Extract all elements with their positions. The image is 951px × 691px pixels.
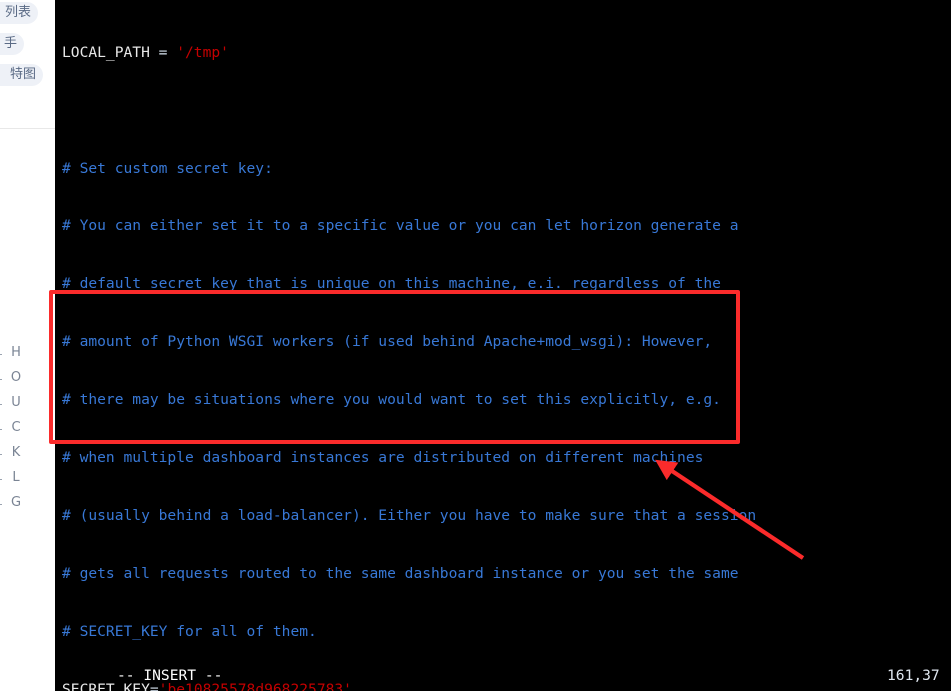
- code-line: # Set custom secret key:: [62, 159, 273, 177]
- code-line: # default secret key that is unique on t…: [62, 275, 721, 293]
- sidebar-dash: [0, 354, 2, 355]
- sidebar-dash: [0, 504, 2, 505]
- sidebar-divider: [0, 128, 55, 129]
- sidebar-dash: [0, 429, 2, 430]
- sidebar-dash: [0, 454, 2, 455]
- sidebar-letter-g[interactable]: G: [6, 496, 26, 510]
- sidebar-pill-partial[interactable]: 手: [0, 33, 24, 55]
- sidebar-pill-list[interactable]: 列表: [0, 2, 38, 24]
- sidebar-letter-l[interactable]: L: [6, 471, 26, 485]
- sidebar-pill-chart[interactable]: 特图: [0, 64, 43, 86]
- vim-buffer[interactable]: LOCAL_PATH = '/tmp' # Set custom secret …: [62, 4, 756, 691]
- sidebar-letter-o[interactable]: O: [6, 371, 26, 385]
- sidebar-letter-k[interactable]: K: [6, 446, 26, 460]
- sidebar-dash: [0, 404, 2, 405]
- screenshot-root: 列表 手 特图 H O U C K L G LOCAL_PATH = '/tmp…: [0, 0, 951, 691]
- vim-mode-indicator: -- INSERT --: [117, 667, 223, 684]
- code-line: # amount of Python WSGI workers (if used…: [62, 333, 713, 351]
- sidebar-letter-c[interactable]: C: [6, 421, 26, 435]
- code-line: # there may be situations where you woul…: [62, 391, 721, 409]
- code-line: # (usually behind a load-balancer). Eith…: [62, 507, 757, 525]
- code-line: # gets all requests routed to the same d…: [62, 565, 739, 583]
- sidebar-letter-h[interactable]: H: [6, 346, 26, 360]
- sidebar-dash: [0, 379, 2, 380]
- vim-cursor-position: 161,37: [887, 667, 940, 684]
- left-sidebar: 列表 手 特图 H O U C K L G: [0, 0, 55, 691]
- sidebar-letter-u[interactable]: U: [6, 396, 26, 410]
- code-line: # You can either set it to a specific va…: [62, 217, 739, 235]
- code-line: # when multiple dashboard instances are …: [62, 449, 704, 467]
- code-line: # SECRET_KEY for all of them.: [62, 623, 317, 640]
- terminal-window[interactable]: LOCAL_PATH = '/tmp' # Set custom secret …: [55, 0, 951, 691]
- sidebar-dash: [0, 479, 2, 480]
- code-line: LOCAL_PATH = '/tmp': [62, 43, 229, 61]
